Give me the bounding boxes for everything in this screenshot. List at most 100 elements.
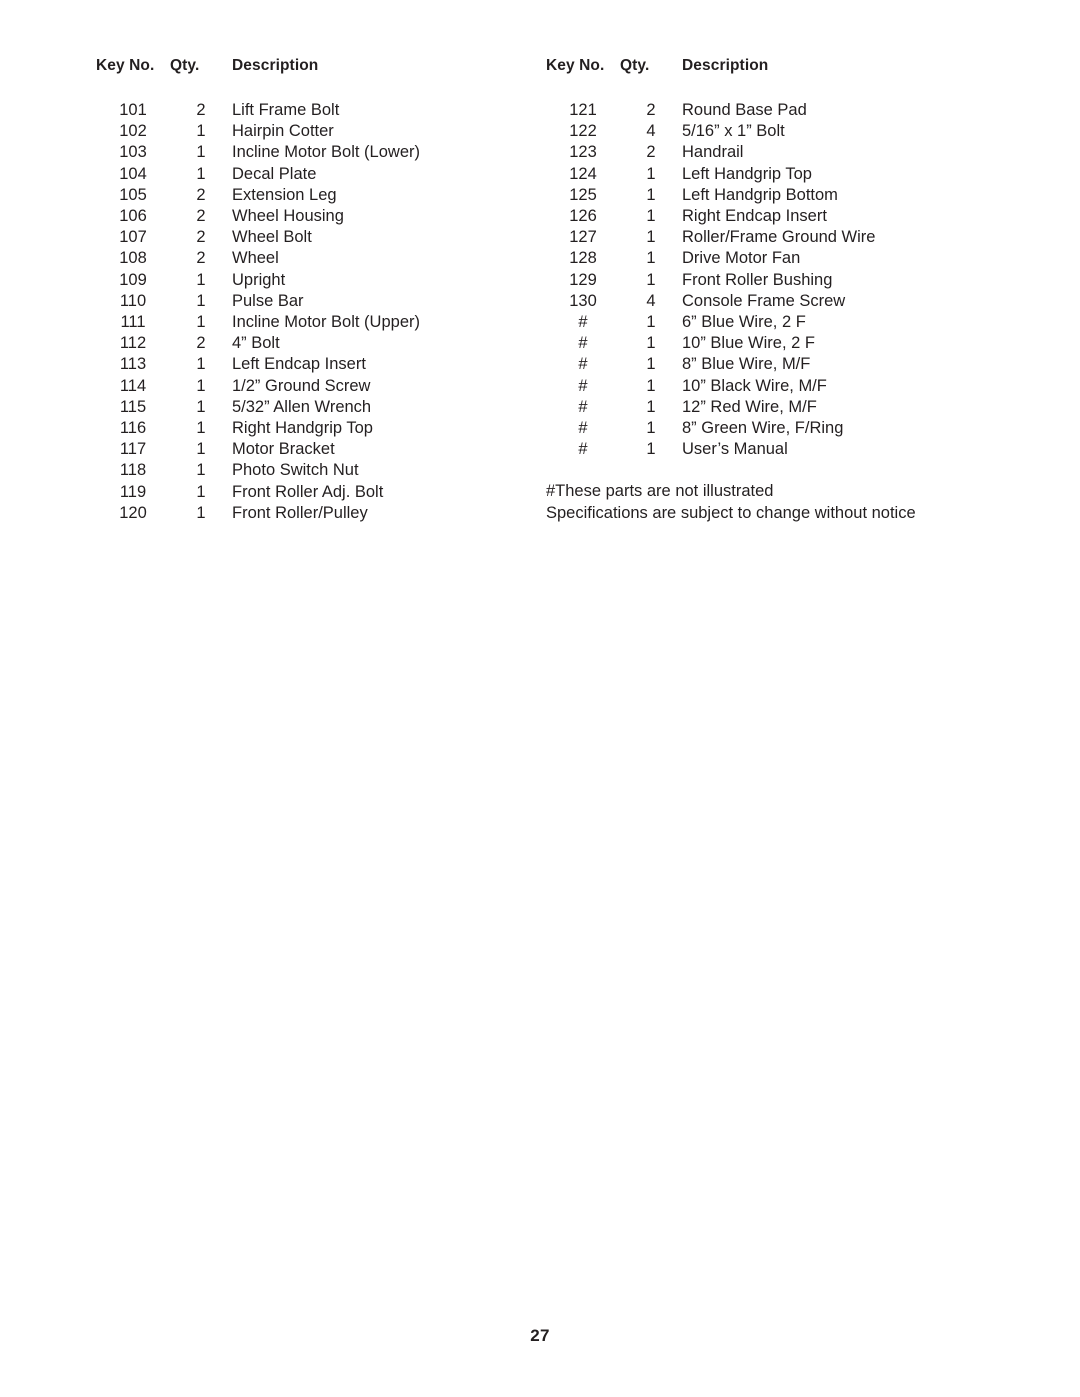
table-row: 129 1 Front Roller Bushing — [546, 270, 956, 291]
cell-qty: 2 — [196, 207, 206, 226]
column-header-key-no: Key No. — [546, 57, 605, 74]
table-row: 122 4 5/16” x 1” Bolt — [546, 121, 956, 142]
cell-qty: 1 — [196, 313, 206, 332]
cell-description: Wheel Bolt — [232, 228, 312, 247]
cell-key-no: 122 — [569, 122, 597, 141]
cell-qty: 1 — [196, 397, 206, 416]
cell-description: Right Handgrip Top — [232, 419, 373, 438]
table-row: 101 2 Lift Frame Bolt — [96, 100, 506, 121]
cell-key-no: 114 — [119, 376, 147, 395]
cell-qty: 1 — [196, 355, 206, 374]
cell-description: Drive Motor Fan — [682, 249, 801, 268]
table-row: 118 1 Photo Switch Nut — [96, 460, 506, 481]
cell-qty: 2 — [196, 101, 206, 119]
footnote-line: #These parts are not illustrated — [546, 482, 774, 501]
cell-description: Console Frame Screw — [682, 291, 846, 310]
table-header-row: Key No. Qty. Description — [546, 58, 956, 100]
cell-qty: 1 — [196, 291, 206, 310]
cell-key-no: 125 — [569, 185, 597, 204]
cell-key-no: 116 — [119, 419, 147, 438]
footnotes: #These parts are not illustrated Specific… — [546, 481, 996, 523]
cell-qty: 1 — [646, 334, 656, 353]
table-row: #1 12” Red Wire, M/F — [546, 397, 956, 418]
table-row: 126 1 Right Endcap Insert — [546, 206, 956, 227]
cell-key-no: 127 — [569, 228, 597, 247]
cell-description: 10” Black Wire, M/F — [682, 376, 827, 395]
column-header-qty: Qty. — [170, 57, 200, 74]
cell-key-no: 115 — [119, 397, 147, 416]
cell-description: Photo Switch Nut — [232, 461, 359, 480]
cell-qty: 2 — [646, 143, 656, 162]
column-header-qty: Qty. — [620, 57, 650, 74]
cell-key-no: # — [578, 334, 588, 353]
table-row: 130 4 Console Frame Screw — [546, 291, 956, 312]
cell-description: 10” Blue Wire, 2 F — [682, 334, 815, 353]
cell-qty: 2 — [646, 101, 656, 119]
cell-key-no: 129 — [569, 270, 597, 289]
cell-qty: 2 — [196, 334, 206, 353]
cell-key-no: # — [578, 440, 588, 459]
cell-description: Motor Bracket — [232, 440, 335, 459]
table-row: #1 User’s Manual — [546, 439, 956, 460]
cell-key-no: 101 — [119, 101, 147, 119]
cell-key-no: 111 — [120, 313, 146, 332]
table-row: 119 1 Front Roller Adj. Bolt — [96, 482, 506, 503]
table-row: 116 1 Right Handgrip Top — [96, 418, 506, 439]
cell-qty: 1 — [646, 164, 656, 183]
cell-qty: 1 — [196, 270, 206, 289]
cell-description: Hairpin Cotter — [232, 122, 334, 141]
cell-key-no: 124 — [569, 164, 597, 183]
cell-description: Front Roller Adj. Bolt — [232, 482, 384, 501]
cell-qty: 1 — [196, 376, 206, 395]
cell-description: Upright — [232, 270, 286, 289]
column-header-description: Description — [682, 57, 769, 74]
table-row: 112 2 4” Bolt — [96, 333, 506, 354]
cell-qty: 1 — [196, 419, 206, 438]
cell-description: 6” Blue Wire, 2 F — [682, 313, 806, 332]
cell-key-no: 112 — [119, 334, 147, 353]
cell-description: Roller/Frame Ground Wire — [682, 228, 876, 247]
table-row: 115 1 5/32” Allen Wrench — [96, 397, 506, 418]
table-row: 104 1 Decal Plate — [96, 164, 506, 185]
cell-key-no: 110 — [119, 291, 147, 310]
table-header-row: Key No. Qty. Description — [96, 58, 506, 100]
cell-key-no: 104 — [119, 164, 147, 183]
cell-description: 8” Blue Wire, M/F — [682, 355, 811, 374]
table-row: 109 1 Upright — [96, 270, 506, 291]
cell-description: Pulse Bar — [232, 291, 304, 310]
cell-description: Handrail — [682, 143, 744, 162]
cell-qty: 1 — [196, 143, 206, 162]
table-row: #1 10” Black Wire, M/F — [546, 376, 956, 397]
footnote-line: Specifications are subject to change wit… — [546, 503, 916, 522]
cell-qty: 1 — [646, 207, 656, 226]
table-row: 127 1 Roller/Frame Ground Wire — [546, 227, 956, 248]
cell-description: User’s Manual — [682, 440, 788, 459]
cell-description: Front Roller Bushing — [682, 270, 833, 289]
table-row: 105 2 Extension Leg — [96, 185, 506, 206]
cell-qty: 1 — [646, 376, 656, 395]
cell-qty: 1 — [196, 503, 206, 522]
cell-description: 5/32” Allen Wrench — [232, 397, 372, 416]
cell-qty: 2 — [196, 249, 206, 268]
left-column: Key No. Qty. Description 101 2 Lift Frame … — [96, 58, 546, 524]
parts-table-right: Key No. Qty. Description 121 2 Round Base … — [546, 58, 956, 460]
parts-table-left-body: 101 2 Lift Frame Bolt 102 1 Hairpin Cotter 103… — [96, 100, 506, 524]
cell-description: Left Handgrip Top — [682, 164, 812, 183]
cell-description: Lift Frame Bolt — [232, 101, 340, 119]
cell-qty: 2 — [196, 228, 206, 247]
right-column: Key No. Qty. Description 121 2 Round Base … — [546, 58, 996, 524]
cell-qty: 1 — [196, 122, 206, 141]
parts-list-page: Key No. Qty. Description 101 2 Lift Frame … — [0, 0, 1080, 1397]
cell-key-no: 128 — [569, 249, 597, 268]
cell-key-no: 126 — [569, 207, 597, 226]
table-row: #1 8” Green Wire, F/Ring — [546, 418, 956, 439]
cell-description: Decal Plate — [232, 164, 317, 183]
cell-key-no: 106 — [119, 207, 147, 226]
cell-key-no: 120 — [119, 503, 147, 522]
cell-description: 5/16” x 1” Bolt — [682, 122, 785, 141]
table-row: #1 10” Blue Wire, 2 F — [546, 333, 956, 354]
cell-description: Incline Motor Bolt (Upper) — [232, 313, 420, 332]
cell-qty: 1 — [646, 185, 656, 204]
cell-qty: 4 — [646, 291, 656, 310]
table-row: 124 1 Left Handgrip Top — [546, 164, 956, 185]
